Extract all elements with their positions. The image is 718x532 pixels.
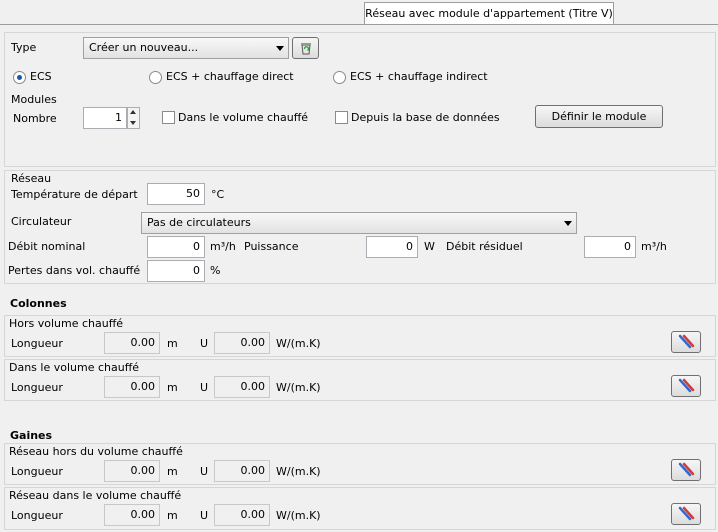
- gaines-dans-group: Réseau dans le volume chauffé Longueur 0…: [4, 487, 716, 530]
- depuis-base-checkbox[interactable]: [335, 111, 348, 124]
- pipe-picker-icon: [678, 506, 695, 521]
- pertes-label: Pertes dans vol. chauffé: [8, 264, 141, 277]
- tab-divider: [0, 24, 718, 25]
- gaines-dans-u-unit: W/(m.K): [276, 509, 321, 522]
- pipe-picker-icon: [678, 462, 695, 477]
- radio-ecs-indirect-label: ECS + chauffage indirect: [350, 70, 488, 83]
- pertes-input[interactable]: 0: [147, 260, 205, 282]
- debit-residuel-unit: m³/h: [641, 240, 667, 253]
- temp-label: Température de départ: [11, 188, 138, 201]
- radio-ecs[interactable]: [13, 71, 26, 84]
- gaines-dans-u-input[interactable]: 0.00: [214, 504, 270, 526]
- debit-nominal-label: Débit nominal: [8, 240, 86, 253]
- colonnes-dans-title: Dans le volume chauffé: [9, 361, 140, 374]
- nombre-label: Nombre: [13, 112, 57, 125]
- chevron-down-icon: [276, 46, 284, 51]
- gaines-title: Gaines: [10, 429, 53, 442]
- nombre-stepper[interactable]: [127, 107, 140, 129]
- colonnes-hors-m-unit: m: [167, 337, 178, 350]
- circulateur-label: Circulateur: [11, 215, 72, 228]
- colonnes-dans-longueur-input[interactable]: 0.00: [104, 376, 160, 398]
- stepper-down-icon[interactable]: [130, 121, 136, 125]
- colonnes-dans-longueur-label: Longueur: [11, 381, 63, 394]
- pertes-unit: %: [210, 264, 221, 277]
- colonnes-title: Colonnes: [10, 297, 67, 310]
- dans-volume-checkbox[interactable]: [162, 111, 175, 124]
- debit-nominal-unit: m³/h: [210, 240, 236, 253]
- chevron-down-icon: [564, 221, 572, 226]
- type-label: Type: [11, 41, 37, 54]
- gaines-hors-u-input[interactable]: 0.00: [214, 460, 270, 482]
- gaines-dans-u-label: U: [200, 509, 209, 522]
- recycle-bin-icon: [300, 43, 311, 55]
- gaines-hors-u-unit: W/(m.K): [276, 465, 321, 478]
- gaines-hors-longueur-label: Longueur: [11, 465, 63, 478]
- gaines-hors-pipe-button[interactable]: [671, 459, 701, 481]
- gaines-dans-title: Réseau dans le volume chauffé: [9, 489, 182, 502]
- colonnes-dans-u-label: U: [200, 381, 209, 394]
- gaines-dans-m-unit: m: [167, 509, 178, 522]
- colonnes-hors-u-label: U: [200, 337, 209, 350]
- circulateur-combo[interactable]: Pas de circulateurs: [141, 212, 577, 234]
- radio-ecs-direct[interactable]: [149, 71, 162, 84]
- radio-ecs-indirect[interactable]: [333, 71, 346, 84]
- gaines-dans-longueur-label: Longueur: [11, 509, 63, 522]
- gaines-hors-longueur-input[interactable]: 0.00: [104, 460, 160, 482]
- radio-ecs-direct-label: ECS + chauffage direct: [166, 70, 294, 83]
- debit-residuel-input[interactable]: 0: [584, 236, 636, 258]
- gaines-hors-title: Réseau hors du volume chauffé: [9, 445, 183, 458]
- colonnes-dans-u-unit: W/(m.K): [276, 381, 321, 394]
- dans-volume-label: Dans le volume chauffé: [178, 111, 309, 124]
- colonnes-dans-pipe-button[interactable]: [671, 375, 701, 397]
- debit-nominal-input[interactable]: 0: [147, 236, 205, 258]
- reseau-title: Réseau: [11, 172, 52, 185]
- stepper-up-icon[interactable]: [130, 110, 136, 114]
- temp-input[interactable]: 50: [147, 183, 205, 205]
- colonnes-dans-u-input[interactable]: 0.00: [214, 376, 270, 398]
- puissance-unit: W: [424, 240, 435, 253]
- colonnes-hors-title: Hors volume chauffé: [9, 317, 124, 330]
- pipe-picker-icon: [678, 334, 695, 349]
- colonnes-hors-longueur-input[interactable]: 0.00: [104, 332, 160, 354]
- colonnes-panel: Colonnes Hors volume chauffé Longueur 0.…: [4, 289, 716, 402]
- puissance-input[interactable]: 0: [366, 236, 418, 258]
- modules-title: Modules: [11, 93, 57, 106]
- colonnes-hors-u-input[interactable]: 0.00: [214, 332, 270, 354]
- gaines-hors-m-unit: m: [167, 465, 178, 478]
- tab-reseau-module[interactable]: Réseau avec module d'appartement (Titre …: [364, 2, 614, 25]
- type-combo[interactable]: Créer un nouveau...: [83, 37, 289, 59]
- colonnes-hors-longueur-label: Longueur: [11, 337, 63, 350]
- recycle-bin-button[interactable]: [292, 37, 319, 59]
- debit-residuel-label: Débit résiduel: [446, 240, 523, 253]
- depuis-base-label: Depuis la base de données: [351, 111, 500, 124]
- colonnes-hors-pipe-button[interactable]: [671, 331, 701, 353]
- gaines-dans-longueur-input[interactable]: 0.00: [104, 504, 160, 526]
- nombre-input[interactable]: 1: [83, 107, 127, 129]
- colonnes-dans-m-unit: m: [167, 381, 178, 394]
- top-panel: Type Créer un nouveau... ECS ECS + chauf…: [4, 32, 716, 167]
- puissance-label: Puissance: [244, 240, 299, 253]
- pipe-picker-icon: [678, 378, 695, 393]
- definir-module-button[interactable]: Définir le module: [535, 105, 663, 128]
- type-combo-value: Créer un nouveau...: [89, 41, 199, 54]
- radio-ecs-label: ECS: [30, 70, 52, 83]
- temp-unit: °C: [211, 188, 225, 201]
- colonnes-dans-group: Dans le volume chauffé Longueur 0.00 m U…: [4, 359, 716, 401]
- gaines-hors-u-label: U: [200, 465, 209, 478]
- reseau-panel: Réseau Température de départ 50 °C Circu…: [4, 170, 716, 284]
- circulateur-combo-value: Pas de circulateurs: [147, 216, 251, 229]
- colonnes-hors-group: Hors volume chauffé Longueur 0.00 m U 0.…: [4, 315, 716, 357]
- colonnes-hors-u-unit: W/(m.K): [276, 337, 321, 350]
- gaines-dans-pipe-button[interactable]: [671, 503, 701, 525]
- gaines-panel: Gaines Réseau hors du volume chauffé Lon…: [4, 410, 716, 530]
- gaines-hors-group: Réseau hors du volume chauffé Longueur 0…: [4, 443, 716, 485]
